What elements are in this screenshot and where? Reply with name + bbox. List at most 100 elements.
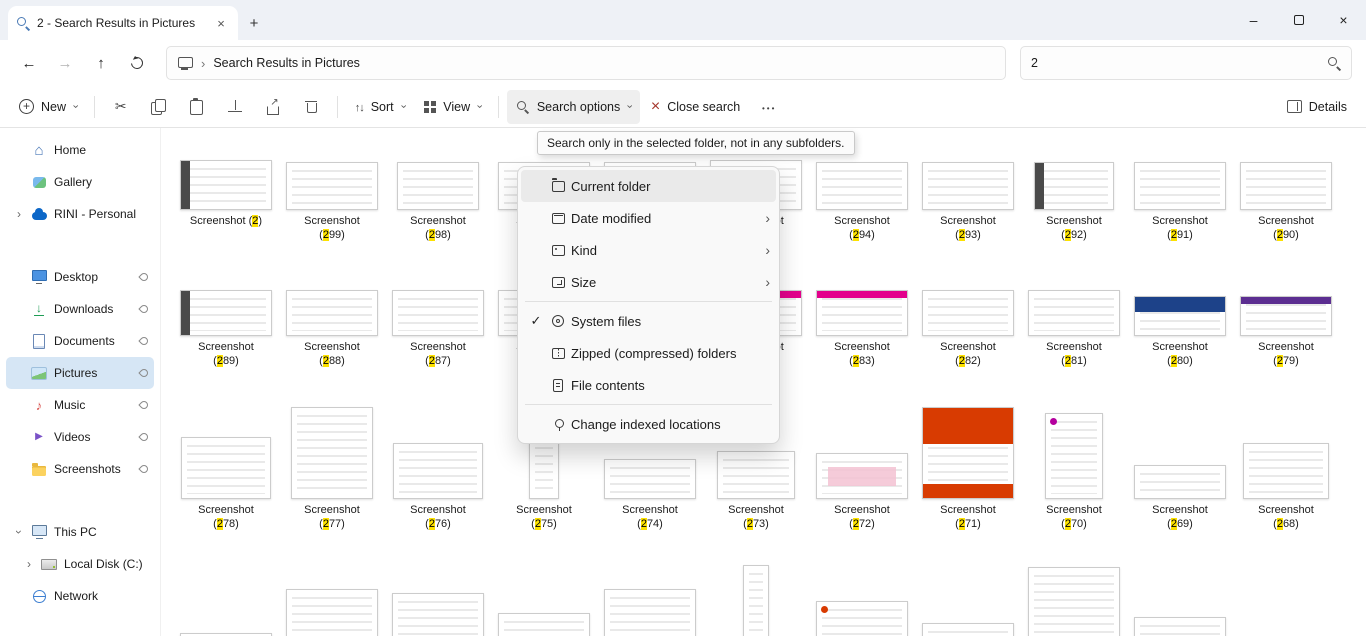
file-item-screenshot-266[interactable]: Screenshot (266) <box>279 562 385 636</box>
file-item-screenshot-279[interactable]: Screenshot (279) <box>1233 278 1339 404</box>
file-item-screenshot-267[interactable]: Screenshot (267) <box>173 562 279 636</box>
search-match-highlight: 2 <box>252 215 258 227</box>
file-item-screenshot-264[interactable]: Screenshot (264) <box>491 562 597 636</box>
file-item-screenshot-268[interactable]: Screenshot (268) <box>1233 404 1339 562</box>
file-name: Screenshot (283) <box>823 340 901 368</box>
menu-item-zipped-compressed-folders[interactable]: Zipped (compressed) folders <box>521 337 776 369</box>
details-pane-button[interactable]: Details <box>1278 90 1356 124</box>
sidebar-item-this-pc[interactable]: › This PC <box>6 516 154 548</box>
file-item-screenshot-280[interactable]: Screenshot (280) <box>1127 278 1233 404</box>
explorer-tab[interactable]: 2 - Search Results in Pictures × <box>8 6 238 40</box>
file-item-screenshot-294[interactable]: Screenshot (294) <box>809 152 915 278</box>
up-button[interactable]: ↑ <box>86 48 116 78</box>
file-item-screenshot-298[interactable]: Screenshot (298) <box>385 152 491 278</box>
current-folder-icon <box>545 181 571 192</box>
address-bar[interactable]: › Search Results in Pictures <box>166 46 1006 80</box>
menu-item-file-contents[interactable]: File contents <box>521 369 776 401</box>
file-item-screenshot-290[interactable]: Screenshot (290) <box>1233 152 1339 278</box>
file-item-screenshot-261[interactable]: Screenshot (261) <box>809 562 915 636</box>
thumbnail-wrap <box>1045 404 1103 499</box>
file-item-screenshot-278[interactable]: Screenshot (278) <box>173 404 279 562</box>
file-item-screenshot-283[interactable]: Screenshot (283) <box>809 278 915 404</box>
forward-button[interactable]: → <box>50 48 80 78</box>
menu-item-date-modified[interactable]: Date modified › <box>521 202 776 234</box>
file-item-screenshot-260[interactable]: Screenshot (260) <box>915 562 1021 636</box>
search-icon[interactable] <box>1327 56 1341 70</box>
sidebar-item-network[interactable]: Network <box>6 580 154 612</box>
sidebar-item-videos[interactable]: Videos <box>6 421 154 453</box>
file-item-screenshot-270[interactable]: Screenshot (270) <box>1021 404 1127 562</box>
delete-button[interactable] <box>293 90 329 124</box>
menu-item-size[interactable]: Size › <box>521 266 776 298</box>
menu-item-change-indexed-locations[interactable]: Change indexed locations <box>521 408 776 440</box>
file-item-screenshot-271[interactable]: Screenshot (271) <box>915 404 1021 562</box>
new-button[interactable]: New › <box>10 90 86 124</box>
view-button[interactable]: View › <box>415 90 490 124</box>
expand-chevron-icon[interactable]: › <box>12 527 26 537</box>
current-folder-tooltip: Search only in the selected folder, not … <box>537 131 855 155</box>
search-options-icon <box>516 100 530 114</box>
breadcrumb[interactable]: Search Results in Pictures <box>213 56 360 70</box>
sidebar-item-desktop[interactable]: Desktop <box>6 261 154 293</box>
new-tab-button[interactable]: + <box>238 6 270 40</box>
file-item-screenshot-291[interactable]: Screenshot (291) <box>1127 152 1233 278</box>
close-button[interactable]: × <box>1321 0 1366 40</box>
back-button[interactable]: ← <box>14 48 44 78</box>
copy-button[interactable] <box>141 90 177 124</box>
maximize-button[interactable] <box>1276 0 1321 40</box>
search-tab-icon <box>16 16 30 30</box>
file-item-screenshot-277[interactable]: Screenshot (277) <box>279 404 385 562</box>
refresh-button[interactable] <box>122 48 152 78</box>
sidebar-item-music[interactable]: Music <box>6 389 154 421</box>
sort-button[interactable]: Sort › <box>346 90 414 124</box>
title-bar: 2 - Search Results in Pictures × + – × <box>0 0 1366 40</box>
rename-icon <box>228 100 242 113</box>
file-item-screenshot-258[interactable]: Screenshot (258) <box>1127 562 1233 636</box>
screenshots-icon <box>30 461 48 477</box>
cut-button[interactable] <box>103 90 139 124</box>
sidebar-item-screenshots[interactable]: Screenshots <box>6 453 154 485</box>
search-input[interactable] <box>1031 56 1319 70</box>
sidebar-item-downloads[interactable]: Downloads <box>6 293 154 325</box>
search-box[interactable] <box>1020 46 1352 80</box>
sidebar-item-local-disk-c[interactable]: › Local Disk (C:) <box>6 548 154 580</box>
sidebar-item-label: Music <box>54 398 132 412</box>
file-item-screenshot-257[interactable]: Screenshot (257) <box>1233 562 1339 636</box>
expand-chevron-icon[interactable]: › <box>14 207 24 221</box>
file-item-screenshot-288[interactable]: Screenshot (288) <box>279 278 385 404</box>
file-item-screenshot-269[interactable]: Screenshot (269) <box>1127 404 1233 562</box>
search-options-button[interactable]: Search options › <box>507 90 640 124</box>
file-item-screenshot-272[interactable]: Screenshot (272) <box>809 404 915 562</box>
expand-chevron-icon[interactable]: › <box>24 557 34 571</box>
close-search-button[interactable]: Close search <box>642 90 749 124</box>
share-button[interactable] <box>255 90 291 124</box>
menu-item-current-folder[interactable]: Current folder <box>521 170 776 202</box>
file-item-screenshot-263[interactable]: Screenshot (263) <box>597 562 703 636</box>
sidebar-item-home[interactable]: Home <box>6 134 154 166</box>
file-item-screenshot-292[interactable]: Screenshot (292) <box>1021 152 1127 278</box>
sidebar-item-rini-personal[interactable]: › RINI - Personal <box>6 198 154 230</box>
sidebar-item-documents[interactable]: Documents <box>6 325 154 357</box>
sidebar-item-gallery[interactable]: Gallery <box>6 166 154 198</box>
this-pc-icon <box>30 524 48 540</box>
breadcrumb-chevron-icon[interactable]: › <box>201 56 205 71</box>
file-item-screenshot-259[interactable]: Screenshot (259) <box>1021 562 1127 636</box>
file-item-screenshot-289[interactable]: Screenshot (289) <box>173 278 279 404</box>
sidebar-item-pictures[interactable]: Pictures <box>6 357 154 389</box>
menu-item-kind[interactable]: Kind › <box>521 234 776 266</box>
file-item-screenshot-262[interactable]: Screenshot (262) <box>703 562 809 636</box>
rename-button[interactable] <box>217 90 253 124</box>
close-tab-icon[interactable]: × <box>212 14 230 32</box>
file-item-screenshot-276[interactable]: Screenshot (276) <box>385 404 491 562</box>
file-item-screenshot-2[interactable]: Screenshot (2) <box>173 152 279 278</box>
file-item-screenshot-265[interactable]: Screenshot (265) <box>385 562 491 636</box>
file-item-screenshot-282[interactable]: Screenshot (282) <box>915 278 1021 404</box>
file-item-screenshot-293[interactable]: Screenshot (293) <box>915 152 1021 278</box>
file-item-screenshot-281[interactable]: Screenshot (281) <box>1021 278 1127 404</box>
file-item-screenshot-287[interactable]: Screenshot (287) <box>385 278 491 404</box>
paste-button[interactable] <box>179 90 215 124</box>
more-options-button[interactable] <box>751 90 787 124</box>
file-item-screenshot-299[interactable]: Screenshot (299) <box>279 152 385 278</box>
minimize-button[interactable]: – <box>1231 0 1276 40</box>
menu-item-system-files[interactable]: ✓ System files <box>521 305 776 337</box>
